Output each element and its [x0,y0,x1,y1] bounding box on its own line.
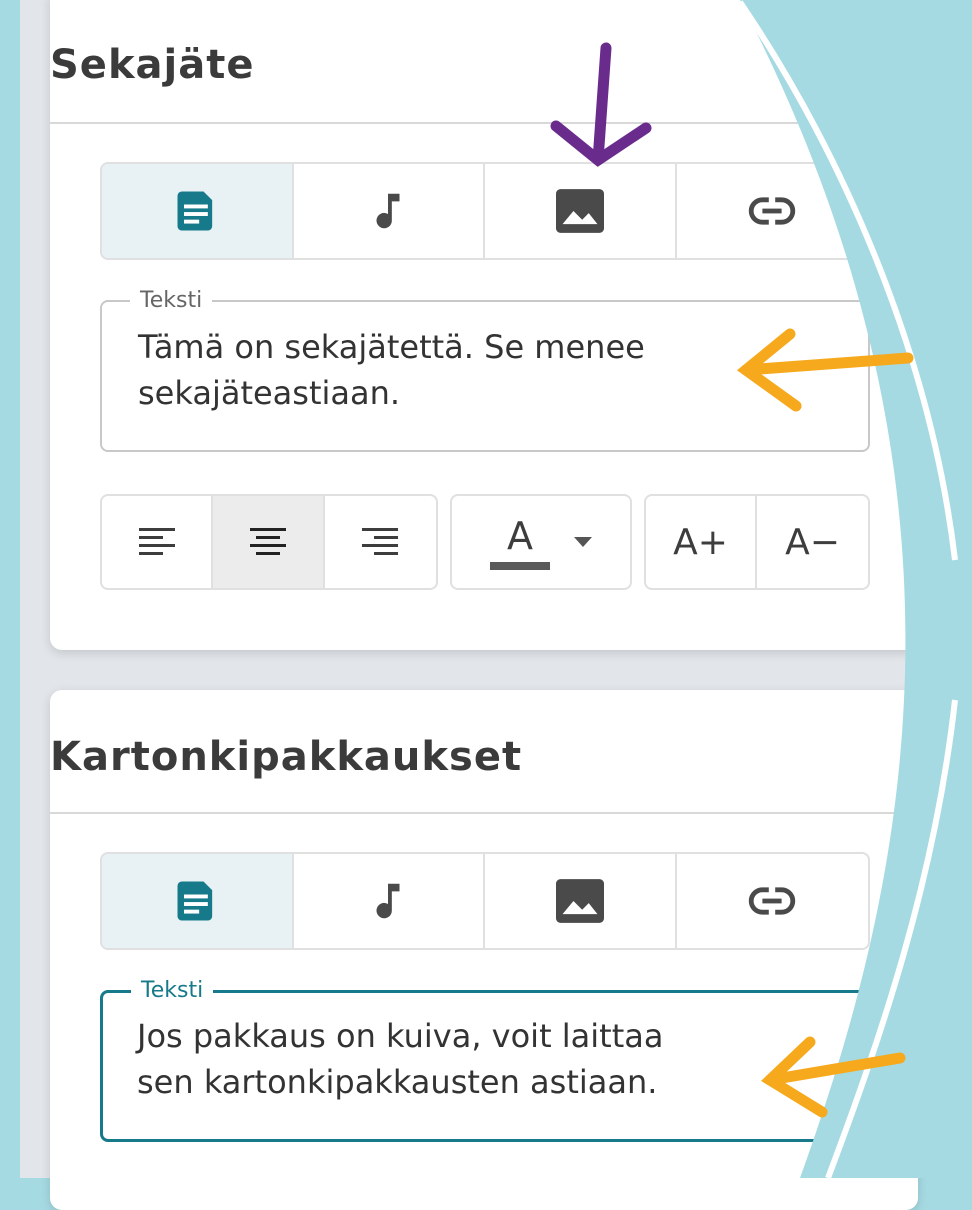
music-note-icon [376,193,400,229]
text-line: sen kartonkipakkausten astiaan. [137,1063,658,1101]
divider [50,122,918,124]
text-color-swatch [490,562,550,570]
caret-down-icon [574,537,592,547]
text-field-label: Teksti [130,288,213,314]
text-field[interactable]: Teksti Jos pakkaus on kuiva, voit laitta… [100,978,870,1142]
document-icon [177,191,212,231]
link-icon [749,196,796,226]
text-field[interactable]: Teksti Tämä on sekajätettä. Se menee sek… [100,288,870,452]
align-right-button[interactable] [325,496,436,588]
media-tabs [100,162,870,260]
image-icon [555,189,604,233]
image-icon [555,879,604,923]
align-center-button[interactable] [213,496,325,588]
text-color-button[interactable]: A [452,496,630,588]
align-right-icon [362,528,399,555]
text-color-icon: A [490,512,550,572]
text-field-label: Teksti [131,978,214,1004]
link-icon [749,886,796,916]
align-left-button[interactable] [102,496,214,588]
font-size-increase-button[interactable]: A+ [646,496,757,588]
font-size-decrease-button[interactable]: A− [757,496,868,588]
tab-audio[interactable] [294,854,485,948]
tab-link[interactable] [677,854,869,948]
text-align-group [100,494,438,590]
tab-image[interactable] [485,164,677,258]
media-tabs [100,852,870,950]
tab-text[interactable] [102,854,294,948]
text-color-group: A [450,494,632,590]
text-field-value[interactable]: Jos pakkaus on kuiva, voit laittaa sen k… [137,1013,847,1105]
text-color-letter: A [507,514,533,558]
document-icon [177,881,212,921]
music-note-icon [376,883,400,919]
text-line: Tämä on sekajätettä. Se menee [138,328,645,366]
align-center-icon [250,528,287,555]
text-line: Jos pakkaus on kuiva, voit laittaa [137,1017,664,1055]
tab-link[interactable] [677,164,869,258]
tab-audio[interactable] [294,164,485,258]
align-left-icon [138,528,175,555]
tab-image[interactable] [485,854,677,948]
font-size-group: A+ A− [644,494,870,590]
text-field-value[interactable]: Tämä on sekajätettä. Se menee sekajäteas… [138,324,848,416]
text-line: sekajäteastiaan. [138,374,401,412]
card-title: Kartonkipakkaukset [50,734,523,780]
card-title: Sekajäte [50,42,255,88]
tab-text[interactable] [102,164,294,258]
divider [50,812,918,814]
